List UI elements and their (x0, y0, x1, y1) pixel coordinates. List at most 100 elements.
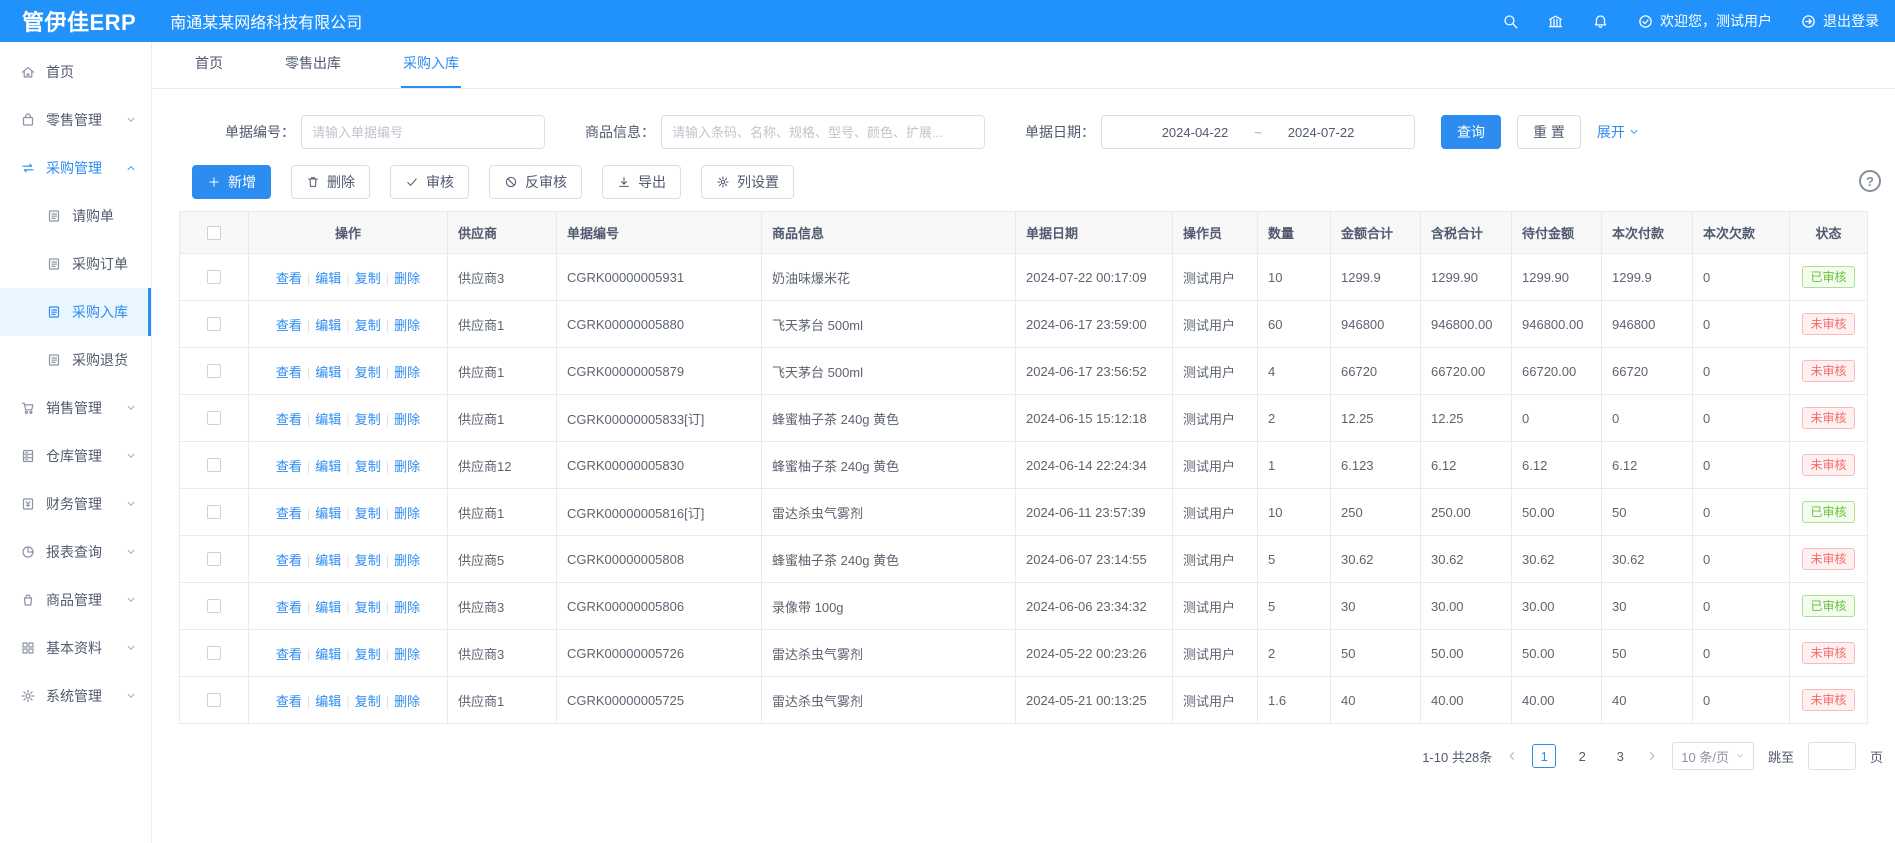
sidebar-item[interactable]: 财务管理 (0, 480, 151, 528)
date-range-input[interactable]: 2024-04-22 ~ 2024-07-22 (1101, 115, 1415, 149)
add-button[interactable]: 新增 (192, 165, 271, 199)
delete-link[interactable]: 删除 (394, 271, 420, 286)
column-settings-button[interactable]: 列设置 (701, 165, 794, 199)
bell-icon[interactable] (1592, 13, 1609, 30)
sidebar-item[interactable]: 商品管理 (0, 576, 151, 624)
edit-link[interactable]: 编辑 (315, 318, 341, 333)
copy-link[interactable]: 复制 (355, 365, 381, 380)
copy-link[interactable]: 复制 (355, 600, 381, 615)
sidebar-item[interactable]: 首页 (0, 48, 151, 96)
delete-button[interactable]: 删除 (291, 165, 370, 199)
copy-link[interactable]: 复制 (355, 412, 381, 427)
delete-link[interactable]: 删除 (394, 600, 420, 615)
row-checkbox[interactable] (207, 552, 221, 566)
edit-link[interactable]: 编辑 (315, 694, 341, 709)
row-checkbox[interactable] (207, 364, 221, 378)
delete-link[interactable]: 删除 (394, 318, 420, 333)
row-checkbox[interactable] (207, 270, 221, 284)
edit-link[interactable]: 编辑 (315, 553, 341, 568)
date-end-value[interactable]: 2024-07-22 (1288, 125, 1355, 140)
logout-button[interactable]: 退出登录 (1800, 11, 1879, 31)
date-start-value[interactable]: 2024-04-22 (1162, 125, 1229, 140)
next-page-button[interactable] (1646, 750, 1658, 762)
delete-link[interactable]: 删除 (394, 459, 420, 474)
row-checkbox[interactable] (207, 505, 221, 519)
bank-icon[interactable] (1547, 13, 1564, 30)
tab[interactable]: 零售出库 (283, 53, 343, 88)
copy-link[interactable]: 复制 (355, 271, 381, 286)
expand-link[interactable]: 展开 (1597, 122, 1640, 142)
delete-link[interactable]: 删除 (394, 553, 420, 568)
export-button[interactable]: 导出 (602, 165, 681, 199)
edit-link[interactable]: 编辑 (315, 365, 341, 380)
copy-link[interactable]: 复制 (355, 694, 381, 709)
row-checkbox[interactable] (207, 646, 221, 660)
copy-link[interactable]: 复制 (355, 318, 381, 333)
sidebar-item[interactable]: 系统管理 (0, 672, 151, 720)
sidebar-item[interactable]: 采购订单 (0, 240, 151, 288)
product-info-input[interactable] (661, 115, 985, 149)
welcome-user[interactable]: 欢迎您，测试用户 (1637, 11, 1772, 31)
sidebar-item[interactable]: 请购单 (0, 192, 151, 240)
link-separator: | (307, 271, 310, 286)
sidebar-item[interactable]: 报表查询 (0, 528, 151, 576)
row-checkbox[interactable] (207, 458, 221, 472)
view-link[interactable]: 查看 (276, 553, 302, 568)
view-link[interactable]: 查看 (276, 600, 302, 615)
edit-link[interactable]: 编辑 (315, 271, 341, 286)
sidebar-item[interactable]: 采购入库 (0, 288, 151, 336)
view-link[interactable]: 查看 (276, 365, 302, 380)
copy-link[interactable]: 复制 (355, 553, 381, 568)
delete-link[interactable]: 删除 (394, 647, 420, 662)
delete-link[interactable]: 删除 (394, 694, 420, 709)
row-checkbox[interactable] (207, 411, 221, 425)
sidebar-item[interactable]: 仓库管理 (0, 432, 151, 480)
edit-link[interactable]: 编辑 (315, 459, 341, 474)
page-size-select[interactable]: 10 条/页 (1672, 742, 1754, 770)
unaudit-button[interactable]: 反审核 (489, 165, 582, 199)
row-checkbox[interactable] (207, 317, 221, 331)
copy-link[interactable]: 复制 (355, 459, 381, 474)
edit-link[interactable]: 编辑 (315, 506, 341, 521)
delete-link[interactable]: 删除 (394, 412, 420, 427)
payable-cell: 946800.00 (1512, 301, 1602, 348)
reset-button[interactable]: 重 置 (1517, 115, 1581, 149)
delete-link[interactable]: 删除 (394, 365, 420, 380)
app-logo[interactable]: 管伊佳ERP (0, 5, 136, 37)
page-number[interactable]: 3 (1608, 744, 1632, 768)
sidebar-item[interactable]: 销售管理 (0, 384, 151, 432)
tab[interactable]: 采购入库 (401, 53, 461, 88)
sidebar-item[interactable]: 基本资料 (0, 624, 151, 672)
copy-link[interactable]: 复制 (355, 506, 381, 521)
tab[interactable]: 首页 (193, 53, 225, 88)
search-icon[interactable] (1502, 13, 1519, 30)
edit-link[interactable]: 编辑 (315, 600, 341, 615)
edit-link[interactable]: 编辑 (315, 412, 341, 427)
select-all-checkbox[interactable] (207, 226, 221, 240)
view-link[interactable]: 查看 (276, 318, 302, 333)
view-link[interactable]: 查看 (276, 459, 302, 474)
view-link[interactable]: 查看 (276, 271, 302, 286)
delete-link[interactable]: 删除 (394, 506, 420, 521)
view-link[interactable]: 查看 (276, 694, 302, 709)
copy-link[interactable]: 复制 (355, 647, 381, 662)
view-link[interactable]: 查看 (276, 412, 302, 427)
page-number[interactable]: 1 (1532, 744, 1556, 768)
sidebar-item[interactable]: 零售管理 (0, 96, 151, 144)
prev-page-button[interactable] (1506, 750, 1518, 762)
audit-button[interactable]: 审核 (390, 165, 469, 199)
sidebar-item[interactable]: 采购管理 (0, 144, 151, 192)
edit-link[interactable]: 编辑 (315, 647, 341, 662)
search-button[interactable]: 查询 (1441, 115, 1501, 149)
row-checkbox[interactable] (207, 599, 221, 613)
order-no-cell: CGRK00000005833[订] (557, 395, 762, 442)
column-header: 数量 (1258, 212, 1331, 254)
order-no-input[interactable] (301, 115, 545, 149)
view-link[interactable]: 查看 (276, 506, 302, 521)
view-link[interactable]: 查看 (276, 647, 302, 662)
help-icon[interactable]: ? (1859, 170, 1881, 192)
jump-page-input[interactable] (1808, 742, 1856, 770)
sidebar-item[interactable]: 采购退货 (0, 336, 151, 384)
page-number[interactable]: 2 (1570, 744, 1594, 768)
row-checkbox[interactable] (207, 693, 221, 707)
